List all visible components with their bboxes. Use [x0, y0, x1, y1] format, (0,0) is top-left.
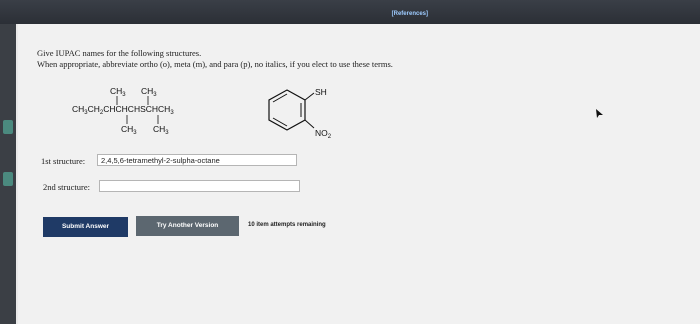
mouse-pointer-icon: [596, 109, 603, 118]
instructions: Give IUPAC names for the following struc…: [37, 48, 393, 70]
methyl-bottom-right: CH3: [153, 124, 169, 136]
instruction-line-1: Give IUPAC names for the following struc…: [37, 48, 202, 58]
structure-2-benzene-ring: [268, 89, 315, 131]
instruction-line-2: When appropriate, abbreviate ortho (o), …: [37, 59, 393, 69]
second-structure-input[interactable]: [99, 180, 300, 192]
submit-answer-button[interactable]: Submit Answer: [43, 217, 128, 237]
top-bar: [References]: [0, 0, 700, 24]
try-another-version-button[interactable]: Try Another Version: [136, 216, 239, 236]
first-structure-label: 1st structure:: [41, 156, 86, 166]
side-tab-marker[interactable]: [3, 172, 13, 186]
side-tab-marker[interactable]: [3, 120, 13, 134]
first-structure-input[interactable]: 2,4,5,6-tetramethyl-2-sulpha-octane: [97, 154, 297, 166]
references-link[interactable]: [References]: [392, 11, 428, 17]
second-structure-label: 2nd structure:: [43, 182, 90, 192]
methyl-bottom-left: CH3: [121, 124, 137, 136]
no2-group-label: NO2: [315, 128, 332, 140]
sh-group-label: SH: [315, 87, 327, 97]
left-side-strip: [0, 24, 16, 324]
attempts-remaining-text: 10 item attempts remaining: [248, 222, 326, 228]
